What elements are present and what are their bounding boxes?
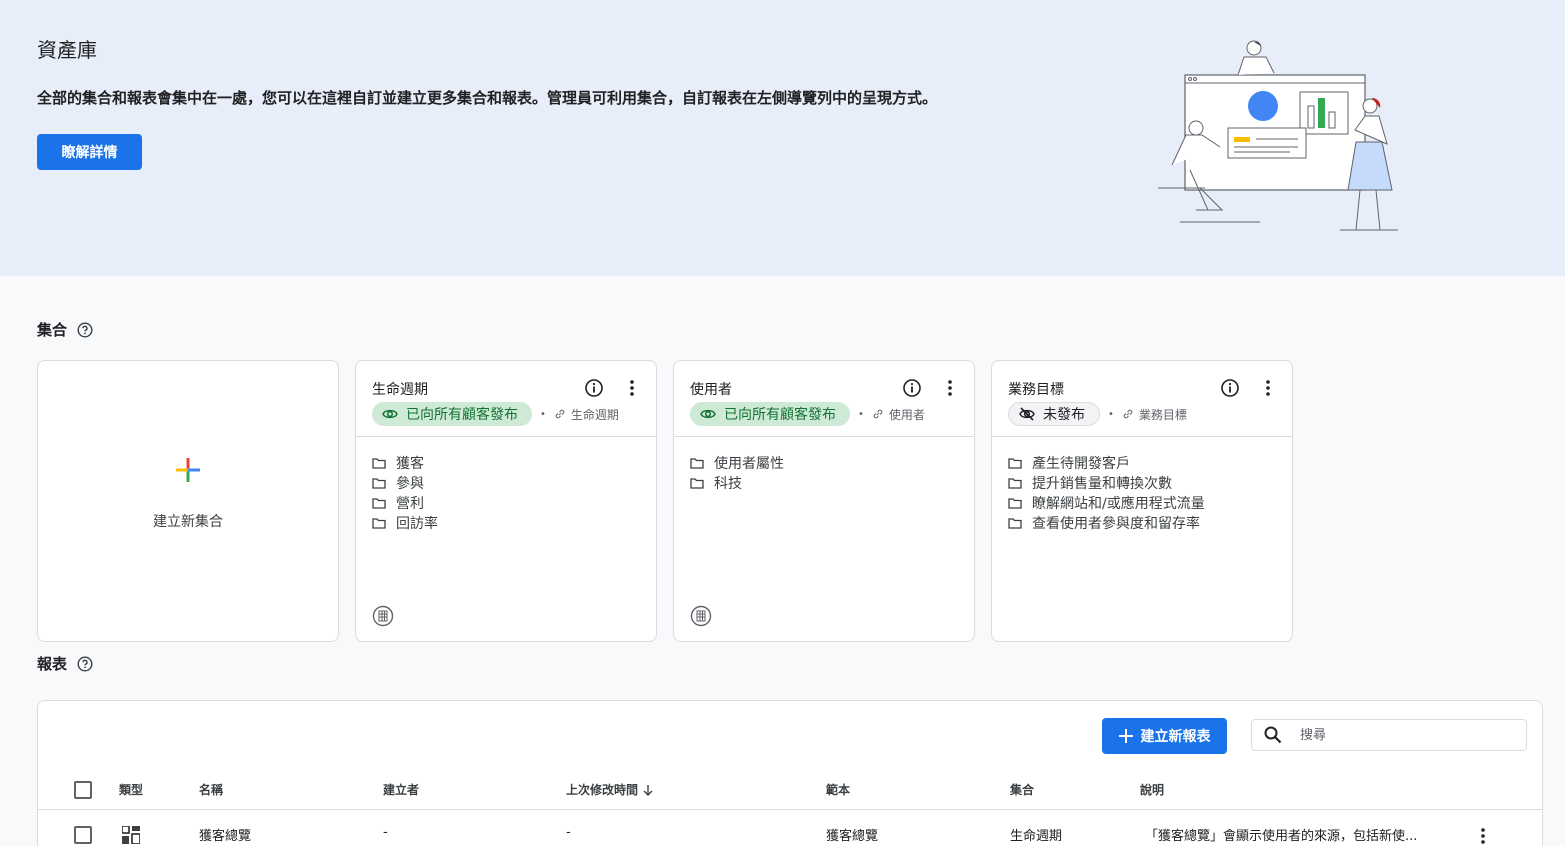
status-label: 已向所有顧客發布 <box>724 407 836 423</box>
info-icon[interactable] <box>902 378 922 398</box>
more-vert-icon[interactable] <box>946 378 954 398</box>
hero-banner: 資產庫 全部的集合和報表會集中在一處，您可以在這裡自訂並建立更多集合和報表。管理… <box>0 0 1565 276</box>
folder-icon <box>372 517 386 529</box>
topic-item: 提升銷售量和轉換次數 <box>1008 473 1205 493</box>
topic-list: 產生待開發客戶 提升銷售量和轉換次數 瞭解網站和/或應用程式流量 查看使用者參與… <box>1008 453 1205 533</box>
report-last-modified: - <box>566 825 571 840</box>
hero-illustration <box>1158 40 1398 231</box>
more-vert-icon[interactable] <box>1480 827 1486 845</box>
separator-dot: • <box>1108 408 1114 420</box>
page-title: 資產庫 <box>37 38 97 62</box>
folder-icon <box>372 477 386 489</box>
report-collection: 生命週期 <box>1010 829 1063 844</box>
status-badge: 未發布 <box>1008 402 1100 426</box>
column-header-name[interactable]: 名稱 <box>199 781 223 798</box>
column-header-collection[interactable]: 集合 <box>1010 781 1034 798</box>
reports-section-title: 報表 <box>37 653 93 674</box>
folder-icon <box>372 457 386 469</box>
topic-list: 獲客 參與 營利 回訪率 <box>372 453 438 533</box>
plus-icon <box>176 458 200 482</box>
status-label: 未發布 <box>1043 407 1085 423</box>
globe-icon <box>690 605 712 627</box>
separator-dot: • <box>858 408 864 420</box>
select-all-checkbox[interactable] <box>74 781 92 799</box>
topic-item: 獲客 <box>372 453 438 473</box>
learn-more-button[interactable]: 瞭解詳情 <box>37 134 142 170</box>
header-divider <box>38 809 1542 810</box>
create-collection-label: 建立新集合 <box>153 514 223 530</box>
eye-icon <box>382 409 398 419</box>
report-name[interactable]: 獲客總覽 <box>199 825 251 844</box>
collection-card-lifecycle[interactable]: 生命週期 已向所有顧客發布 • 生命週期 獲客 參與 營利 回訪率 <box>355 360 657 642</box>
column-header-template[interactable]: 範本 <box>826 781 850 798</box>
topic-item: 回訪率 <box>372 513 438 533</box>
search-box[interactable] <box>1251 719 1527 751</box>
topic-list: 使用者屬性 科技 <box>690 453 784 493</box>
more-vert-icon[interactable] <box>628 378 636 398</box>
template-name: 使用者 <box>888 407 925 422</box>
collection-title: 生命週期 <box>372 382 428 398</box>
collection-title: 業務目標 <box>1008 382 1064 398</box>
separator-dot: • <box>540 408 546 420</box>
plus-icon <box>1118 729 1133 743</box>
topic-item: 參與 <box>372 473 438 493</box>
more-vert-icon[interactable] <box>1264 378 1272 398</box>
eye-icon <box>700 409 716 419</box>
collections-heading: 集合 <box>37 321 68 339</box>
info-icon[interactable] <box>1220 378 1240 398</box>
info-icon[interactable] <box>584 378 604 398</box>
link-icon <box>555 409 565 419</box>
topic-item: 產生待開發客戶 <box>1008 453 1205 473</box>
create-report-label: 建立新報表 <box>1140 729 1211 745</box>
template-name: 業務目標 <box>1138 407 1187 422</box>
column-header-last-modified[interactable]: 上次修改時間 <box>566 781 654 798</box>
topic-item: 瞭解網站和/或應用程式流量 <box>1008 493 1205 513</box>
collection-card-business-objectives[interactable]: 業務目標 未發布 • 業務目標 產生待開發客戶 提升銷售量和轉換次數 瞭解網站和… <box>991 360 1293 642</box>
help-icon[interactable] <box>77 655 93 672</box>
folder-icon <box>1008 477 1022 489</box>
link-icon <box>1123 409 1133 419</box>
template-link: 生命週期 <box>554 406 619 423</box>
topic-item: 查看使用者參與度和留存率 <box>1008 513 1205 533</box>
collection-title: 使用者 <box>690 382 732 398</box>
topic-item: 使用者屬性 <box>690 453 784 473</box>
folder-icon <box>690 457 704 469</box>
collections-section-title: 集合 <box>37 319 93 340</box>
create-report-button[interactable]: 建立新報表 <box>1102 718 1227 754</box>
status-label: 已向所有顧客發布 <box>406 407 518 423</box>
template-name: 生命週期 <box>570 407 619 422</box>
overview-icon <box>122 826 140 844</box>
globe-icon <box>372 605 394 627</box>
folder-icon <box>1008 517 1022 529</box>
template-link: 使用者 <box>872 406 925 423</box>
create-collection-card[interactable]: 建立新集合 <box>37 360 339 642</box>
link-icon <box>873 409 883 419</box>
status-badge: 已向所有顧客發布 <box>690 402 850 426</box>
collection-card-users[interactable]: 使用者 已向所有顧客發布 • 使用者 使用者屬性 科技 <box>673 360 975 642</box>
row-checkbox[interactable] <box>74 826 92 844</box>
template-link: 業務目標 <box>1122 406 1187 423</box>
status-badge: 已向所有顧客發布 <box>372 402 532 426</box>
folder-icon <box>1008 457 1022 469</box>
report-description: 「獲客總覽」會顯示使用者的來源，包括新使... <box>1145 829 1418 844</box>
report-template: 獲客總覽 <box>826 829 879 844</box>
topic-item: 科技 <box>690 473 784 493</box>
search-icon <box>1264 726 1282 744</box>
hero-description: 全部的集合和報表會集中在一處，您可以在這裡自訂並建立更多集合和報表。管理員可利用… <box>37 89 938 107</box>
reports-heading: 報表 <box>37 655 68 673</box>
topic-item: 營利 <box>372 493 438 513</box>
folder-icon <box>1008 497 1022 509</box>
folder-icon <box>690 477 704 489</box>
reports-table-panel: 建立新報表 類型 名稱 建立者 上次修改時間 範本 集合 說明 獲客總覽 - -… <box>37 700 1543 846</box>
column-header-type[interactable]: 類型 <box>119 781 143 798</box>
column-header-creator[interactable]: 建立者 <box>383 781 419 798</box>
last-modified-label: 上次修改時間 <box>566 783 639 797</box>
eye-off-icon <box>1019 407 1035 421</box>
arrow-down-icon <box>643 784 653 796</box>
search-input[interactable] <box>1300 727 1510 743</box>
folder-icon <box>372 497 386 509</box>
help-icon[interactable] <box>77 321 93 338</box>
column-header-description[interactable]: 說明 <box>1140 781 1164 798</box>
report-creator: - <box>383 825 388 840</box>
